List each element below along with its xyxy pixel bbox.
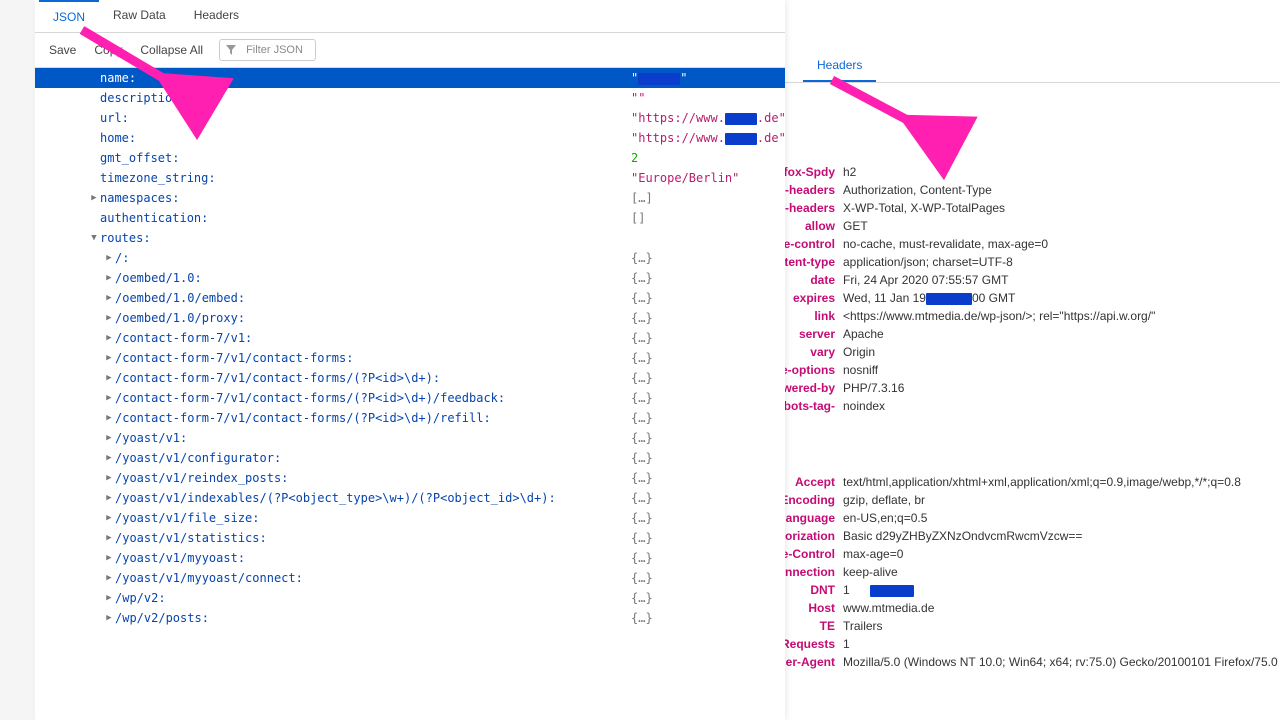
json-tree[interactable]: name:""description:""url:"https://www..d… (35, 68, 785, 720)
json-row[interactable]: ▼routes: (35, 228, 785, 248)
header-row: DNT1 (785, 581, 1280, 599)
json-row[interactable]: ▶/oembed/1.0:{…} (35, 268, 785, 288)
json-row[interactable]: timezone_string:"Europe/Berlin" (35, 168, 785, 188)
json-row[interactable]: ▶/yoast/v1/configurator:{…} (35, 448, 785, 468)
headers-panel: Headers Firefox-Spdyh2low-headersAuthori… (785, 0, 1280, 720)
filter-icon (226, 45, 236, 55)
json-row[interactable]: ▶/yoast/v1/myyoast/connect:{…} (35, 568, 785, 588)
json-row[interactable]: ▶/:{…} (35, 248, 785, 268)
header-row: ose-headersX-WP-Total, X-WP-TotalPages (785, 199, 1280, 217)
right-tab-headers[interactable]: Headers (803, 50, 876, 82)
viewer-tabs: JSON Raw Data Headers (35, 0, 785, 33)
header-row: expiresWed, 11 Jan 1900 GMT (785, 289, 1280, 307)
header-row: anguageen-US,en;q=0.5 (785, 509, 1280, 527)
header-row: Hostwww.mtmedia.de (785, 599, 1280, 617)
header-row: varyOrigin (785, 343, 1280, 361)
json-row[interactable]: authentication:[] (35, 208, 785, 228)
json-row[interactable]: ▶/yoast/v1/myyoast:{…} (35, 548, 785, 568)
json-row[interactable]: name:"" (35, 68, 785, 88)
header-row: Firefox-Spdyh2 (785, 163, 1280, 181)
json-row[interactable]: ▶/contact-form-7/v1/contact-forms/(?P<id… (35, 408, 785, 428)
save-button[interactable]: Save (43, 41, 82, 59)
header-row: TETrailers (785, 617, 1280, 635)
right-tabs: Headers (785, 50, 1280, 83)
json-row[interactable]: ▶/contact-form-7/v1/contact-forms:{…} (35, 348, 785, 368)
tab-raw[interactable]: Raw Data (99, 0, 180, 32)
json-row[interactable]: ▶/contact-form-7/v1:{…} (35, 328, 785, 348)
header-row: ype-optionsnosniff (785, 361, 1280, 379)
json-row[interactable]: ▶/wp/v2:{…} (35, 588, 785, 608)
json-row[interactable]: ▶/yoast/v1/indexables/(?P<object_type>\w… (35, 488, 785, 508)
json-row[interactable]: ▶/contact-form-7/v1/contact-forms/(?P<id… (35, 368, 785, 388)
tab-headers[interactable]: Headers (180, 0, 253, 32)
json-row[interactable]: ▶/yoast/v1/file_size:{…} (35, 508, 785, 528)
request-headers-wide: Upgrade-Insecure-Requests1User-AgentMozi… (785, 635, 1280, 671)
json-row[interactable]: ▶/oembed/1.0/proxy:{…} (35, 308, 785, 328)
header-row: low-headersAuthorization, Content-Type (785, 181, 1280, 199)
response-headers: Firefox-Spdyh2low-headersAuthorization, … (785, 163, 1280, 415)
header-row: Accepttext/html,application/xhtml+xml,ap… (785, 473, 1280, 491)
header-row: Encodinggzip, deflate, br (785, 491, 1280, 509)
header-row: ontent-typeapplication/json; charset=UTF… (785, 253, 1280, 271)
filter-input[interactable]: Filter JSON (219, 39, 316, 61)
json-row[interactable]: description:"" (35, 88, 785, 108)
header-row: -robots-tagnoindex (785, 397, 1280, 415)
header-row: orizationBasic d29yZHByZXNzOndvcmRwcmVzc… (785, 527, 1280, 545)
header-row: nnectionkeep-alive (785, 563, 1280, 581)
json-row[interactable]: home:"https://www..de" (35, 128, 785, 148)
json-row[interactable]: ▶/oembed/1.0/embed:{…} (35, 288, 785, 308)
header-row: User-AgentMozilla/5.0 (Windows NT 10.0; … (785, 653, 1280, 671)
request-headers: Accepttext/html,application/xhtml+xml,ap… (785, 473, 1280, 635)
header-row: powered-byPHP/7.3.16 (785, 379, 1280, 397)
copy-button[interactable]: Copy (88, 41, 128, 59)
header-row: link<https://www.mtmedia.de/wp-json/>; r… (785, 307, 1280, 325)
tab-json[interactable]: JSON (39, 0, 99, 32)
json-row[interactable]: ▶/wp/v2/posts:{…} (35, 608, 785, 628)
json-row[interactable]: url:"https://www..de" (35, 108, 785, 128)
json-row[interactable]: ▶/yoast/v1/reindex_posts:{…} (35, 468, 785, 488)
json-row[interactable]: gmt_offset:2 (35, 148, 785, 168)
header-row: serverApache (785, 325, 1280, 343)
json-row[interactable]: ▶/yoast/v1:{…} (35, 428, 785, 448)
json-toolbar: Save Copy Collapse All Filter JSON (35, 33, 785, 68)
json-viewer-panel: JSON Raw Data Headers Save Copy Collapse… (35, 0, 785, 720)
header-row: e-Controlmax-age=0 (785, 545, 1280, 563)
header-row: allowGET (785, 217, 1280, 235)
json-row[interactable]: ▶namespaces:[…] (35, 188, 785, 208)
json-row[interactable]: ▶/contact-form-7/v1/contact-forms/(?P<id… (35, 388, 785, 408)
header-row: ache-controlno-cache, must-revalidate, m… (785, 235, 1280, 253)
json-row[interactable]: ▶/yoast/v1/statistics:{…} (35, 528, 785, 548)
collapse-all-button[interactable]: Collapse All (134, 41, 209, 59)
header-row: Upgrade-Insecure-Requests1 (785, 635, 1280, 653)
header-row: dateFri, 24 Apr 2020 07:55:57 GMT (785, 271, 1280, 289)
